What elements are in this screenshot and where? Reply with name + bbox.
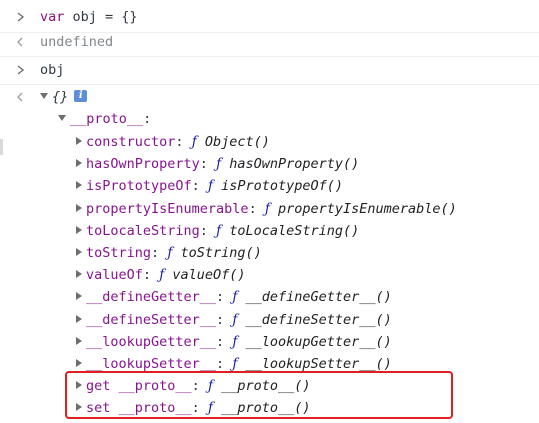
function-symbol: ƒ — [232, 333, 238, 350]
proto-member-row[interactable]: constructor: ƒ Object() — [76, 131, 270, 153]
function-signature: __defineSetter__() — [245, 311, 392, 328]
proto-member-row[interactable]: toLocaleString: ƒ toLocaleString() — [76, 220, 359, 242]
function-signature: __proto__() — [221, 378, 311, 395]
member-colon: : — [151, 245, 160, 261]
member-colon: : — [142, 267, 152, 284]
function-symbol: ƒ — [232, 311, 238, 328]
proto-member-row[interactable]: get __proto__: ƒ __proto__() — [76, 375, 311, 397]
function-symbol: ƒ — [167, 245, 173, 261]
expand-triangle-icon[interactable] — [76, 292, 82, 301]
member-colon: : — [191, 178, 200, 195]
return-arrow-icon — [16, 31, 28, 53]
proto-member-row[interactable]: __lookupSetter__: ƒ __lookupSetter__() — [76, 353, 392, 375]
expand-triangle-icon[interactable] — [76, 248, 82, 256]
expand-triangle-icon[interactable] — [76, 314, 82, 323]
member-key: hasOwnProperty — [86, 156, 200, 173]
member-key: valueOf — [86, 267, 143, 284]
member-colon: : — [191, 378, 200, 395]
proto-colon: : — [143, 111, 152, 127]
proto-member-row[interactable]: __defineSetter__: ƒ __defineSetter__() — [76, 309, 392, 331]
member-key: set __proto__ — [86, 400, 192, 417]
proto-member-row[interactable]: valueOf: ƒ valueOf() — [76, 264, 245, 286]
function-symbol: ƒ — [216, 156, 222, 173]
member-key: toLocaleString — [86, 222, 200, 239]
console-input-code[interactable]: var obj = {} — [40, 6, 138, 28]
member-key: __lookupGetter__ — [86, 333, 217, 350]
proto-label: __proto__ — [70, 111, 144, 127]
proto-member-row[interactable]: toString: ƒ toString() — [76, 242, 262, 264]
expand-triangle-icon[interactable] — [76, 137, 82, 145]
function-signature: __defineGetter__() — [245, 289, 392, 306]
member-key: __lookupSetter__ — [86, 356, 217, 372]
function-signature: isPrototypeOf() — [221, 178, 344, 195]
member-key: get __proto__ — [86, 378, 192, 395]
function-signature: toString() — [180, 245, 262, 261]
function-symbol: ƒ — [207, 178, 213, 195]
function-symbol: ƒ — [216, 222, 222, 239]
expand-triangle-icon[interactable] — [76, 159, 82, 168]
member-colon: : — [175, 134, 184, 150]
member-key: propertyIsEnumerable — [86, 200, 249, 217]
object-preview: {} — [52, 89, 69, 105]
member-key: __defineGetter__ — [86, 289, 217, 306]
member-colon: : — [199, 222, 208, 239]
proto-member-row[interactable]: hasOwnProperty: ƒ hasOwnProperty() — [76, 153, 359, 175]
input-statement: obj = {} — [64, 9, 138, 25]
member-colon: : — [199, 156, 208, 173]
member-key: constructor — [86, 134, 176, 150]
info-icon[interactable]: i — [74, 90, 88, 102]
function-symbol: ƒ — [191, 134, 197, 150]
function-signature: toLocaleString() — [229, 222, 360, 239]
member-key: isPrototypeOf — [86, 178, 192, 195]
function-symbol: ƒ — [207, 378, 213, 395]
member-key: toString — [86, 245, 152, 261]
proto-member-row[interactable]: __defineGetter__: ƒ __defineGetter__() — [76, 286, 392, 308]
function-signature: Object() — [204, 134, 270, 150]
function-symbol: ƒ — [207, 400, 213, 417]
function-symbol: ƒ — [264, 200, 270, 217]
member-colon: : — [248, 200, 257, 217]
expand-triangle-icon[interactable] — [40, 93, 48, 99]
expand-triangle-icon[interactable] — [76, 270, 82, 279]
member-colon: : — [216, 356, 225, 372]
proto-member-row[interactable]: isPrototypeOf: ƒ isPrototypeOf() — [76, 175, 343, 197]
prompt-chevron-icon — [16, 6, 28, 28]
proto-member-row[interactable]: propertyIsEnumerable: ƒ propertyIsEnumer… — [76, 198, 457, 220]
proto-node[interactable]: __proto__: — [58, 108, 151, 130]
expand-triangle-icon[interactable] — [76, 359, 82, 367]
expand-triangle-icon[interactable] — [58, 115, 66, 121]
member-colon: : — [216, 311, 225, 328]
function-symbol: ƒ — [232, 356, 238, 372]
scroll-marker — [0, 139, 3, 155]
expand-triangle-icon[interactable] — [76, 203, 82, 212]
function-signature: __proto__() — [221, 400, 311, 417]
expand-triangle-icon[interactable] — [76, 381, 82, 390]
return-arrow-icon — [16, 86, 28, 108]
proto-member-row[interactable]: set __proto__: ƒ __proto__() — [76, 397, 311, 419]
proto-member-row[interactable]: __lookupGetter__: ƒ __lookupGetter__() — [76, 331, 392, 353]
expand-triangle-icon[interactable] — [76, 181, 82, 190]
expand-triangle-icon[interactable] — [76, 225, 82, 234]
input-obj[interactable]: obj — [40, 59, 64, 81]
var-keyword: var — [40, 9, 65, 25]
member-colon: : — [216, 289, 225, 306]
expand-triangle-icon[interactable] — [76, 403, 82, 412]
output-undefined: undefined — [40, 34, 114, 50]
prompt-chevron-icon — [16, 59, 28, 81]
member-key: __defineSetter__ — [86, 311, 217, 328]
function-symbol: ƒ — [232, 289, 238, 306]
expand-triangle-icon[interactable] — [76, 336, 82, 345]
function-signature: hasOwnProperty() — [229, 156, 360, 173]
function-signature: propertyIsEnumerable() — [277, 200, 457, 217]
function-signature: __lookupSetter__() — [245, 356, 392, 372]
function-signature: valueOf() — [172, 267, 246, 284]
member-colon: : — [191, 400, 200, 417]
function-signature: __lookupGetter__() — [245, 333, 392, 350]
member-colon: : — [216, 333, 225, 350]
function-symbol: ƒ — [159, 267, 165, 284]
